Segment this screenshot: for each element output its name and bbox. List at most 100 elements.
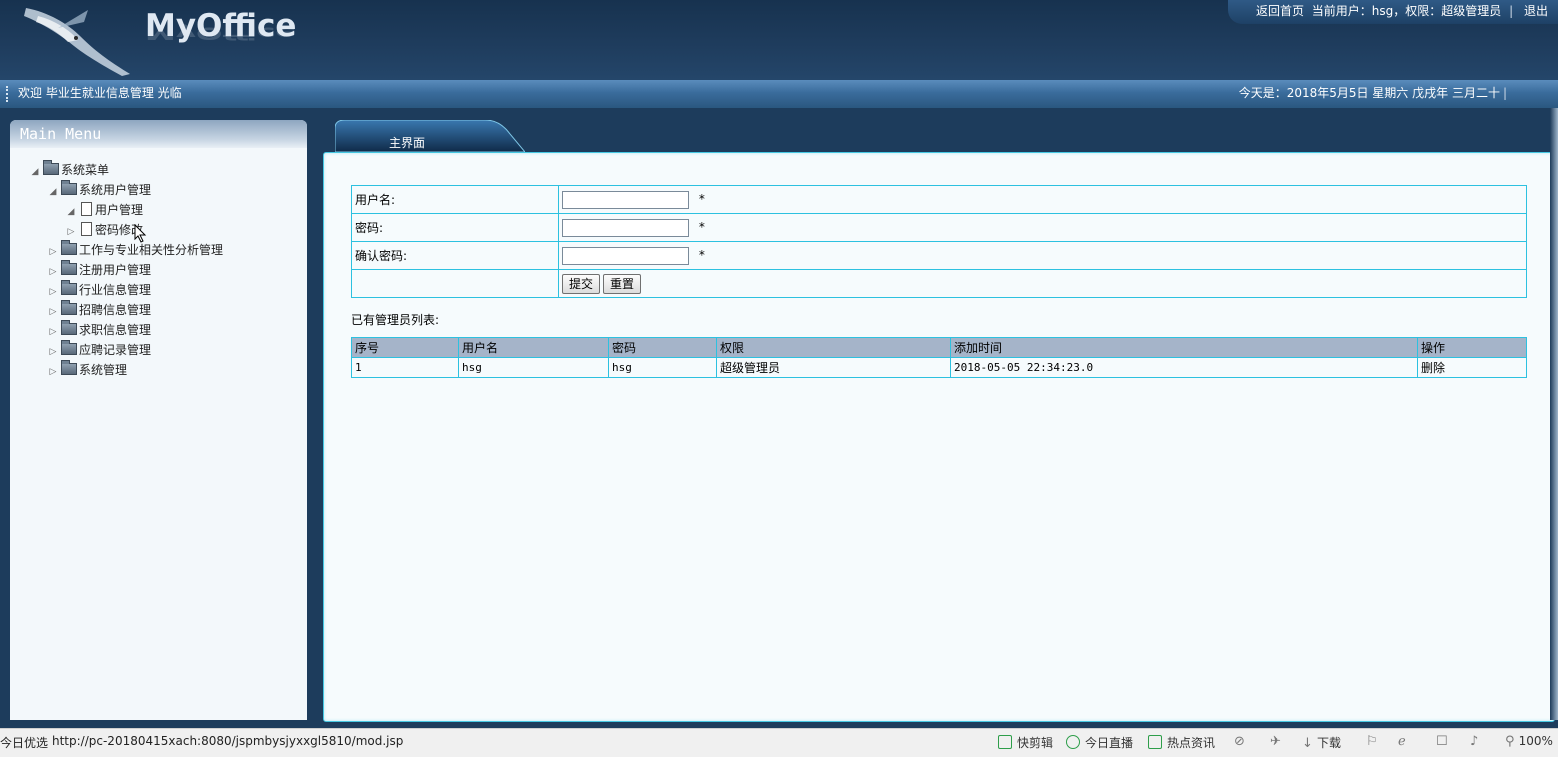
- cell-permission: 超级管理员: [716, 357, 951, 378]
- tree-node-job-seeking[interactable]: ▷ 求职信息管理: [48, 320, 151, 340]
- expand-arrow-icon[interactable]: ▷: [48, 282, 58, 302]
- download-icon: ↓: [1302, 736, 1318, 751]
- tree-label: 求职信息管理: [79, 323, 152, 337]
- required-mark: *: [698, 248, 705, 262]
- collapse-arrow-icon[interactable]: ◢: [48, 182, 58, 202]
- col-header-username: 用户名: [458, 337, 609, 358]
- submit-button[interactable]: 提交: [562, 273, 601, 294]
- expand-arrow-icon[interactable]: ▷: [48, 362, 58, 382]
- form-row-username: 用户名: *: [351, 185, 1527, 214]
- folder-icon: [43, 160, 59, 175]
- window-edge: [1550, 108, 1558, 720]
- divider: |: [1509, 4, 1514, 18]
- accelerate-icon[interactable]: ⊘: [1234, 734, 1245, 749]
- form-row-password: 密码: *: [351, 213, 1527, 242]
- status-url: http://pc-20180415xach:8080/jspmbysjyxxg…: [52, 734, 404, 748]
- form-row-buttons: 提交 重置: [351, 269, 1527, 298]
- tree-node-application-records[interactable]: ▷ 应聘记录管理: [48, 340, 151, 360]
- expand-arrow-icon[interactable]: ▷: [48, 322, 58, 342]
- date-text: 今天是：2018年5月5日 星期六 戊戌年 三月二十 |: [1239, 80, 1510, 107]
- current-user-info: 当前用户：hsg，权限：超级管理员: [1311, 4, 1502, 18]
- add-admin-form: 用户名: * 密码: * 确认密码: * 提交 重置: [351, 185, 1527, 298]
- tab-main[interactable]: 主界面: [335, 120, 525, 152]
- reset-button[interactable]: 重置: [603, 273, 642, 294]
- col-header-index: 序号: [351, 337, 459, 358]
- tree-node-user-management[interactable]: ◢ 用户管理: [66, 200, 143, 220]
- confirm-password-input[interactable]: [562, 246, 689, 265]
- admin-table: 序号 用户名 密码 权限 添加时间 操作 1 hsg hsg 超级管理员 201…: [351, 337, 1527, 378]
- cell-index: 1: [351, 357, 459, 378]
- live-today-button[interactable]: 今日直播: [1066, 734, 1133, 751]
- status-left-text[interactable]: 今日优选: [0, 734, 48, 751]
- tree-label: 工作与专业相关性分析管理: [79, 243, 224, 257]
- password-input[interactable]: [562, 218, 689, 237]
- tree-label: 用户管理: [95, 203, 144, 217]
- folder-icon: [61, 320, 77, 335]
- tree-node-registered-users[interactable]: ▷ 注册用户管理: [48, 260, 151, 280]
- cell-username: hsg: [458, 357, 609, 378]
- zoom-level: 100%: [1518, 734, 1553, 748]
- browser-statusbar: 今日优选 http://pc-20180415xach:8080/jspmbys…: [0, 728, 1558, 757]
- username-label: 用户名:: [351, 185, 559, 214]
- status-item-label: 下载: [1317, 736, 1342, 750]
- password-label: 密码:: [351, 213, 559, 242]
- form-cell: [351, 269, 559, 298]
- download-button[interactable]: ↓ 下载: [1302, 734, 1341, 751]
- ie-icon[interactable]: ℯ: [1398, 734, 1406, 749]
- tree-label: 注册用户管理: [79, 263, 152, 277]
- mouse-cursor-icon: [134, 224, 147, 243]
- flag-icon[interactable]: ⚐: [1366, 734, 1378, 749]
- tree-node-password-change[interactable]: ▷ 密码修改: [66, 220, 143, 240]
- tree-node-system-management[interactable]: ▷ 系统管理: [48, 360, 127, 380]
- form-cell: 提交 重置: [558, 269, 1527, 298]
- col-header-permission: 权限: [716, 337, 951, 358]
- play-icon: [998, 735, 1012, 749]
- expand-arrow-icon[interactable]: ▷: [48, 342, 58, 362]
- username-input[interactable]: [562, 190, 689, 209]
- col-header-added-time: 添加时间: [950, 337, 1418, 358]
- date-value: 今天是：2018年5月5日 星期六 戊戌年 三月二十: [1238, 86, 1500, 100]
- logo-reflection: MyOffice: [145, 23, 297, 43]
- tree-label: 招聘信息管理: [79, 303, 152, 317]
- expand-arrow-icon[interactable]: ▷: [48, 242, 58, 262]
- hot-news-button[interactable]: 热点资讯: [1148, 734, 1215, 751]
- cell-password: hsg: [608, 357, 717, 378]
- news-icon: [1148, 735, 1162, 749]
- zoom-icon: ⚲: [1505, 734, 1519, 749]
- logout-link[interactable]: 退出: [1524, 4, 1548, 18]
- zoom-control[interactable]: ⚲ 100%: [1505, 734, 1553, 749]
- tab-shape: [335, 120, 525, 152]
- welcome-bar: 欢迎 毕业生就业信息管理 光临 今天是：2018年5月5日 星期六 戊戌年 三月…: [0, 80, 1558, 108]
- pin-icon[interactable]: ✈: [1270, 734, 1281, 749]
- col-header-actions: 操作: [1417, 337, 1527, 358]
- tree-label: 应聘记录管理: [79, 343, 152, 357]
- folder-icon: [61, 360, 77, 375]
- tree-node-system-users[interactable]: ◢ 系统用户管理: [48, 180, 151, 200]
- form-cell: *: [558, 241, 1527, 270]
- tree-node-system-menu[interactable]: ◢ 系统菜单: [30, 160, 109, 180]
- admin-list-title: 已有管理员列表:: [351, 313, 440, 327]
- folder-icon: [61, 180, 77, 195]
- welcome-text: 欢迎 毕业生就业信息管理 光临: [18, 86, 182, 100]
- expand-arrow-icon[interactable]: ▷: [48, 262, 58, 282]
- tab-label: 主界面: [389, 136, 426, 150]
- tree-node-recruit-info[interactable]: ▷ 招聘信息管理: [48, 300, 151, 320]
- live-icon: [1066, 735, 1080, 749]
- status-item-label: 热点资讯: [1167, 736, 1216, 750]
- folder-icon: [61, 260, 77, 275]
- expand-arrow-icon[interactable]: ▷: [48, 302, 58, 322]
- tree-node-industry-info[interactable]: ▷ 行业信息管理: [48, 280, 151, 300]
- confirm-password-label: 确认密码:: [351, 241, 559, 270]
- folder-icon: [61, 280, 77, 295]
- quick-clip-button[interactable]: 快剪辑: [998, 734, 1053, 751]
- page-icon: [81, 202, 92, 216]
- grip-dots-icon: [6, 86, 11, 102]
- expand-arrow-icon[interactable]: ▷: [66, 222, 76, 242]
- window-icon[interactable]: ☐: [1436, 734, 1448, 749]
- page-icon: [81, 222, 92, 236]
- collapse-arrow-icon[interactable]: ◢: [66, 202, 76, 222]
- delete-link[interactable]: 删除: [1417, 357, 1527, 378]
- home-link[interactable]: 返回首页: [1256, 4, 1304, 18]
- collapse-arrow-icon[interactable]: ◢: [30, 162, 40, 182]
- sound-icon[interactable]: ♪: [1470, 734, 1478, 749]
